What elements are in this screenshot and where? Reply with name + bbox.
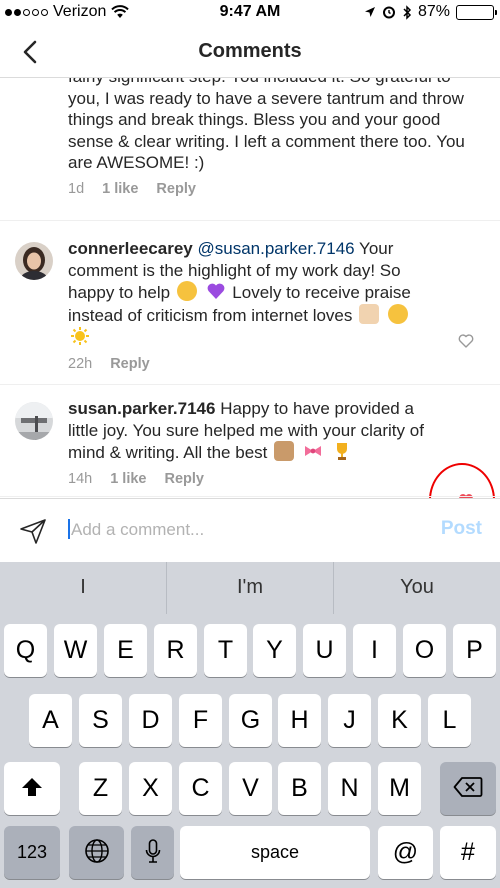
key-s[interactable]: S (79, 694, 122, 747)
comment-username[interactable]: connerleecarey (68, 239, 193, 258)
shift-key[interactable] (4, 762, 60, 815)
key-o[interactable]: O (403, 624, 446, 677)
key-w[interactable]: W (54, 624, 97, 677)
predictive-bar: I I'm You (0, 562, 500, 614)
comment-composer: Add a comment... Post (0, 498, 500, 562)
divider (0, 220, 500, 221)
comment-meta: 22h Reply (68, 356, 438, 372)
microphone-icon (145, 839, 160, 864)
trophy-emoji-icon (336, 443, 347, 460)
suggestion-item[interactable]: I (0, 562, 167, 614)
raised-hands-emoji-icon (359, 303, 380, 324)
text-cursor (68, 519, 70, 539)
reply-button[interactable]: Reply (164, 471, 204, 487)
key-n[interactable]: N (328, 762, 371, 815)
dictation-key[interactable] (131, 826, 174, 879)
key-t[interactable]: T (204, 624, 247, 677)
key-l[interactable]: L (428, 694, 471, 747)
reply-button[interactable]: Reply (110, 356, 150, 372)
key-z[interactable]: Z (79, 762, 122, 815)
keyboard: I I'm You Q W E R T Y U I O P A S D F G … (0, 562, 500, 888)
key-k[interactable]: K (378, 694, 421, 747)
sun-emoji-icon (71, 327, 89, 345)
status-bar: Verizon 9:47 AM 87% (0, 0, 500, 26)
comment-likes[interactable]: 1 like (102, 181, 138, 197)
nav-bar: Comments (0, 26, 500, 78)
backspace-icon (453, 777, 483, 798)
comment-input[interactable]: Add a comment... (68, 519, 408, 540)
shift-arrow-icon (22, 778, 42, 797)
page-title: Comments (198, 40, 302, 62)
alarm-clock-icon (382, 6, 395, 19)
send-icon[interactable] (18, 516, 48, 546)
comment-meta: 14h 1 like Reply (68, 471, 438, 487)
comment-time: 1d (68, 180, 85, 197)
at-key[interactable]: @ (378, 826, 433, 879)
ribbon-emoji-icon (304, 446, 321, 456)
globe-icon (84, 839, 109, 864)
carrier-group: Verizon (5, 3, 130, 21)
key-b[interactable]: B (278, 762, 321, 815)
avatar[interactable] (15, 402, 53, 440)
comment-mention[interactable]: @susan.parker.7146 (197, 239, 354, 258)
backspace-key[interactable] (440, 762, 496, 815)
key-x[interactable]: X (129, 762, 172, 815)
key-g[interactable]: G (229, 694, 272, 747)
comment-likes[interactable]: 1 like (110, 471, 146, 487)
wifi-icon (111, 5, 130, 18)
key-r[interactable]: R (154, 624, 197, 677)
globe-key[interactable] (69, 826, 124, 879)
key-m[interactable]: M (378, 762, 421, 815)
key-v[interactable]: V (229, 762, 272, 815)
comment-input-placeholder: Add a comment... (71, 520, 205, 539)
space-key[interactable]: space (180, 826, 370, 879)
comment-time: 14h (68, 470, 93, 487)
relieved-face-emoji-icon (176, 281, 197, 301)
key-j[interactable]: J (328, 694, 371, 747)
key-c[interactable]: C (179, 762, 222, 815)
key-e[interactable]: E (104, 624, 147, 677)
comment-text: fairly significant step. You included it… (68, 78, 465, 172)
comment-text: susan.parker.7146 Happy to have provided… (68, 398, 438, 464)
avatar[interactable] (15, 242, 53, 280)
thumbs-up-emoji-icon (274, 441, 295, 461)
key-h[interactable]: H (278, 694, 321, 747)
battery-icon (456, 4, 497, 20)
key-i[interactable]: I (353, 624, 396, 677)
comment-item: fairly significant step. You included it… (68, 78, 473, 197)
comment-text: connerleecarey @susan.parker.7146 Your c… (68, 238, 438, 349)
key-u[interactable]: U (303, 624, 346, 677)
status-right: 87% (364, 3, 497, 21)
suggestion-item[interactable]: You (334, 562, 500, 614)
key-f[interactable]: F (179, 694, 222, 747)
divider (0, 496, 500, 497)
purple-heart-emoji-icon (207, 283, 224, 299)
carrier-label: Verizon (53, 3, 107, 20)
comment-username[interactable]: susan.parker.7146 (68, 399, 215, 418)
battery-percent: 87% (417, 3, 450, 20)
reply-button[interactable]: Reply (156, 181, 196, 197)
location-arrow-icon (364, 7, 375, 17)
comments-list[interactable]: fairly significant step. You included it… (0, 78, 500, 498)
hash-key[interactable]: # (440, 826, 496, 879)
key-d[interactable]: D (129, 694, 172, 747)
comment-body: susan.parker.7146 Happy to have provided… (68, 398, 438, 487)
comment-time: 22h (68, 355, 93, 372)
signal-icon (5, 8, 48, 16)
divider (0, 384, 500, 385)
heart-outline-icon[interactable] (458, 333, 474, 349)
key-a[interactable]: A (29, 694, 72, 747)
key-p[interactable]: P (453, 624, 496, 677)
key-q[interactable]: Q (4, 624, 47, 677)
comment-meta: 1d 1 like Reply (68, 181, 473, 197)
comment-body: connerleecarey @susan.parker.7146 Your c… (68, 238, 438, 372)
numbers-key[interactable]: 123 (4, 826, 60, 879)
post-button[interactable]: Post (441, 518, 482, 540)
suggestion-item[interactable]: I'm (167, 562, 334, 614)
key-y[interactable]: Y (253, 624, 296, 677)
smiling-face-emoji-icon (387, 303, 408, 324)
bluetooth-icon (403, 4, 412, 20)
